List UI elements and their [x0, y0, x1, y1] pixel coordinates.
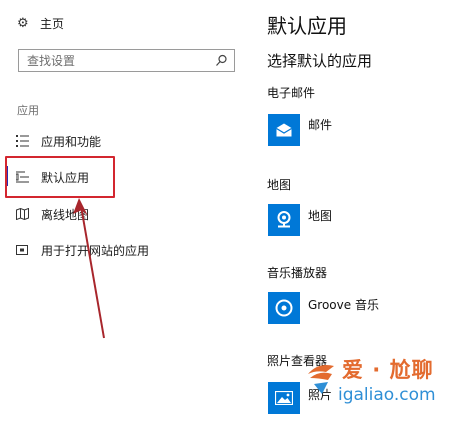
list-icon: [15, 134, 29, 148]
category-label-maps: 地图: [267, 178, 292, 192]
search-input[interactable]: 查找设置: [19, 52, 213, 69]
default-app-tile-music[interactable]: [268, 292, 300, 324]
home-label: 主页: [40, 17, 65, 31]
watermark-logo: 爱 · 尬聊 igaliao.com: [304, 352, 449, 412]
sidebar-item-offline-maps[interactable]: 离线地图: [0, 206, 240, 222]
sidebar-item-label: 用于打开网站的应用: [41, 243, 150, 258]
settings-window: ⚙ 主页 查找设置 应用 应用和功能 默认应用 离线地图 用于打开网站的应用 默…: [0, 0, 449, 423]
default-app-name-email[interactable]: 邮件: [308, 116, 332, 133]
photos-icon: [275, 391, 293, 405]
annotation-highlight-box: [5, 156, 115, 198]
groove-icon: [275, 299, 293, 317]
map-pin-icon: [277, 211, 291, 228]
default-app-tile-photos[interactable]: [268, 382, 300, 414]
home-nav-item[interactable]: ⚙ 主页: [17, 15, 64, 32]
sidebar-item-apps-for-websites[interactable]: 用于打开网站的应用: [0, 242, 240, 258]
sidebar-item-label: 离线地图: [41, 207, 90, 222]
default-app-name-maps[interactable]: 地图: [308, 207, 332, 224]
default-app-name-music[interactable]: Groove 音乐: [308, 296, 379, 313]
settings-search-box[interactable]: 查找设置: [18, 49, 235, 72]
sidebar-item-label: 应用和功能: [41, 134, 102, 149]
watermark-url: igaliao.com: [338, 385, 436, 405]
watermark-title: 爱 · 尬聊: [342, 358, 434, 382]
web-app-icon: [15, 243, 29, 257]
default-app-tile-maps[interactable]: [268, 204, 300, 236]
category-label-music: 音乐播放器: [267, 266, 328, 280]
section-heading-apps: 应用: [17, 104, 39, 117]
sidebar-item-apps-features[interactable]: 应用和功能: [0, 133, 240, 149]
page-title: 默认应用: [267, 14, 347, 38]
default-app-tile-email[interactable]: [268, 114, 300, 146]
mail-icon: [276, 123, 292, 137]
offline-map-icon: [15, 207, 29, 221]
gear-icon: ⚙: [17, 15, 29, 31]
search-icon[interactable]: [213, 53, 229, 69]
category-label-email: 电子邮件: [267, 86, 316, 100]
page-subtitle: 选择默认的应用: [267, 52, 373, 70]
